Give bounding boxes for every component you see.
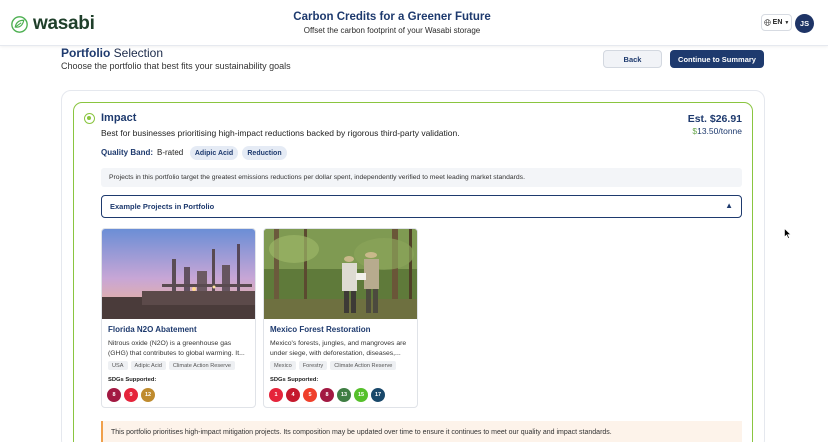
- project-tag: Climate Action Reserve: [330, 361, 397, 370]
- sdg-badge: 13: [337, 388, 351, 402]
- price-value: 13.50/tonne: [697, 126, 742, 136]
- header-title-block: Carbon Credits for a Greener Future Offs…: [250, 11, 534, 35]
- project-card[interactable]: Mexico Forest Restoration Mexico's fores…: [263, 228, 418, 408]
- sdg-badge: 5: [303, 388, 317, 402]
- back-button[interactable]: Back: [603, 50, 662, 68]
- project-tag: Adipic Acid: [130, 361, 166, 370]
- sdg-badge: 15: [354, 388, 368, 402]
- project-title[interactable]: Florida N2O Abatement: [108, 325, 197, 334]
- sdg-badge: 17: [371, 388, 385, 402]
- sdg-badge: 12: [141, 388, 155, 402]
- portfolio-description: Best for businesses prioritising high-im…: [101, 128, 460, 138]
- mouse-cursor-icon: [784, 228, 792, 239]
- sdg-badge: 8: [107, 388, 121, 402]
- header-subtitle: Offset the carbon footprint of your Wasa…: [303, 26, 481, 35]
- top-header: wasabi Carbon Credits for a Greener Futu…: [0, 0, 828, 46]
- chevron-down-icon: ▼: [784, 19, 790, 26]
- header-title: Carbon Credits for a Greener Future: [293, 11, 491, 23]
- portfolio-name: Impact: [101, 112, 137, 124]
- quality-band: Quality Band: B-rated: [101, 148, 183, 157]
- sdg-badge: 9: [124, 388, 138, 402]
- wasabi-logo[interactable]: wasabi: [11, 13, 95, 35]
- sdg-badge: 8: [320, 388, 334, 402]
- portfolio-info-box: Projects in this portfolio target the gr…: [101, 168, 742, 187]
- portfolio-notice: This portfolio prioritises high-impact m…: [101, 421, 742, 442]
- portfolio-tag: Reduction: [242, 146, 287, 160]
- accordion-label: Example Projects in Portfolio: [110, 202, 215, 211]
- portfolio-price-per-tonne: $13.50/tonne: [640, 126, 742, 136]
- page-title: Portfolio Selection: [61, 46, 163, 60]
- portfolio-estimate: Est. $26.91: [687, 113, 742, 125]
- sdg-list: 8 9 12: [107, 388, 155, 402]
- wasabi-leaf-icon: [11, 15, 28, 33]
- example-projects-accordion[interactable]: Example Projects in Portfolio ▲: [101, 195, 742, 218]
- chevron-up-icon: ▲: [725, 201, 733, 210]
- forest-restoration-image: [264, 229, 417, 319]
- language-selector[interactable]: EN ▼: [761, 14, 792, 31]
- sdg-badge: 1: [269, 388, 283, 402]
- page-title-rest: Selection: [110, 46, 164, 60]
- globe-icon: [763, 19, 771, 26]
- language-label: EN: [772, 19, 783, 26]
- industrial-plant-image: [102, 229, 255, 319]
- user-avatar[interactable]: JS: [795, 14, 814, 33]
- project-tag: Climate Action Reserve: [168, 361, 236, 370]
- project-title[interactable]: Mexico Forest Restoration: [270, 325, 370, 334]
- project-tag: Forestry: [298, 361, 328, 370]
- sdg-badge: 4: [286, 388, 300, 402]
- project-description: Mexico's forests, jungles, and mangroves…: [270, 340, 407, 357]
- sdg-label: SDGs Supported:: [108, 377, 157, 383]
- sdg-list: 1 4 5 8 13 15 17: [269, 388, 385, 402]
- continue-to-summary-button[interactable]: Continue to Summary: [670, 50, 764, 68]
- portfolio-radio-selected[interactable]: [84, 113, 95, 124]
- project-tag: USA: [108, 361, 128, 370]
- portfolio-tag: Adipic Acid: [190, 146, 238, 160]
- page-title-bold: Portfolio: [61, 46, 111, 60]
- quality-band-value: B-rated: [157, 148, 184, 157]
- project-tags: USA Adipic Acid Climate Action Reserve: [108, 361, 236, 370]
- page-subtitle: Choose the portfolio that best fits your…: [61, 61, 291, 71]
- project-description: Nitrous oxide (N2O) is a greenhouse gas …: [108, 340, 245, 357]
- quality-band-label: Quality Band:: [101, 148, 154, 157]
- project-tags: Mexico Forestry Climate Action Reserve: [270, 361, 397, 370]
- project-card[interactable]: Florida N2O Abatement Nitrous oxide (N2O…: [101, 228, 256, 408]
- logo-text: wasabi: [33, 13, 95, 34]
- sdg-label: SDGs Supported:: [270, 377, 319, 383]
- project-tag: Mexico: [270, 361, 296, 370]
